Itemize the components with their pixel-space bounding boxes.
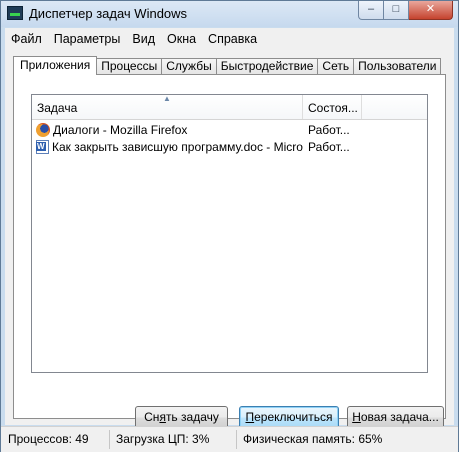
table-row[interactable]: Диалоги - Mozilla Firefox Работ... bbox=[32, 121, 427, 138]
task-name: Диалоги - Mozilla Firefox bbox=[53, 122, 188, 137]
tab-performance[interactable]: Быстродействие bbox=[215, 58, 319, 75]
task-list-header: ▲ Задача Состоя... bbox=[32, 95, 427, 120]
task-cell: Диалоги - Mozilla Firefox bbox=[32, 122, 303, 137]
tab-users[interactable]: Пользователи bbox=[353, 58, 442, 75]
tab-services[interactable]: Службы bbox=[161, 58, 217, 75]
status-bar: Процессов: 49 Загрузка ЦП: 3% Физическая… bbox=[1, 426, 458, 452]
task-cell: Как закрыть зависшую программу.doc - Mic… bbox=[32, 139, 303, 154]
status-cpu: Загрузка ЦП: 3% bbox=[116, 432, 210, 446]
task-list[interactable]: ▲ Задача Состоя... Диалоги - Mozilla Fir… bbox=[31, 94, 428, 373]
menu-help[interactable]: Справка bbox=[202, 32, 263, 46]
menu-file[interactable]: Файл bbox=[5, 32, 48, 46]
window-controls: – □ ✕ bbox=[358, 1, 453, 20]
menu-bar: Файл Параметры Вид Окна Справка bbox=[5, 28, 454, 49]
status-memory: Физическая память: 65% bbox=[243, 432, 383, 446]
column-header-task-label: Задача bbox=[37, 101, 78, 115]
close-button[interactable]: ✕ bbox=[409, 1, 453, 20]
menu-options[interactable]: Параметры bbox=[48, 32, 127, 46]
word-document-icon bbox=[36, 139, 49, 154]
applications-panel: ▲ Задача Состоя... Диалоги - Mozilla Fir… bbox=[13, 74, 446, 429]
tab-strip: Приложения Процессы Службы Быстродействи… bbox=[13, 56, 442, 75]
tab-processes[interactable]: Процессы bbox=[96, 58, 163, 75]
column-header-task[interactable]: ▲ Задача bbox=[32, 95, 303, 119]
task-status: Работ... bbox=[308, 122, 350, 137]
tab-network[interactable]: Сеть bbox=[317, 58, 355, 75]
task-manager-app-icon bbox=[7, 6, 23, 20]
menu-view[interactable]: Вид bbox=[126, 32, 161, 46]
tab-applications[interactable]: Приложения bbox=[13, 56, 98, 75]
status-separator bbox=[236, 430, 237, 449]
firefox-icon bbox=[36, 122, 50, 137]
status-separator bbox=[109, 430, 110, 449]
minimize-button[interactable]: – bbox=[358, 1, 384, 20]
title-bar[interactable]: Диспетчер задач Windows – □ ✕ bbox=[1, 1, 458, 27]
task-name: Как закрыть зависшую программу.doc - Mic… bbox=[52, 139, 303, 154]
client-area: Приложения Процессы Службы Быстродействи… bbox=[5, 49, 454, 429]
maximize-button[interactable]: □ bbox=[384, 1, 409, 20]
column-header-empty bbox=[362, 95, 427, 119]
table-row[interactable]: Как закрыть зависшую программу.doc - Mic… bbox=[32, 138, 427, 155]
sort-ascending-icon: ▲ bbox=[163, 95, 171, 103]
task-status: Работ... bbox=[308, 139, 350, 154]
status-processes: Процессов: 49 bbox=[8, 432, 89, 446]
window-title: Диспетчер задач Windows bbox=[29, 6, 188, 21]
menu-windows[interactable]: Окна bbox=[161, 32, 202, 46]
task-manager-window: Диспетчер задач Windows – □ ✕ Файл Парам… bbox=[0, 0, 459, 452]
column-header-status[interactable]: Состоя... bbox=[303, 95, 362, 119]
